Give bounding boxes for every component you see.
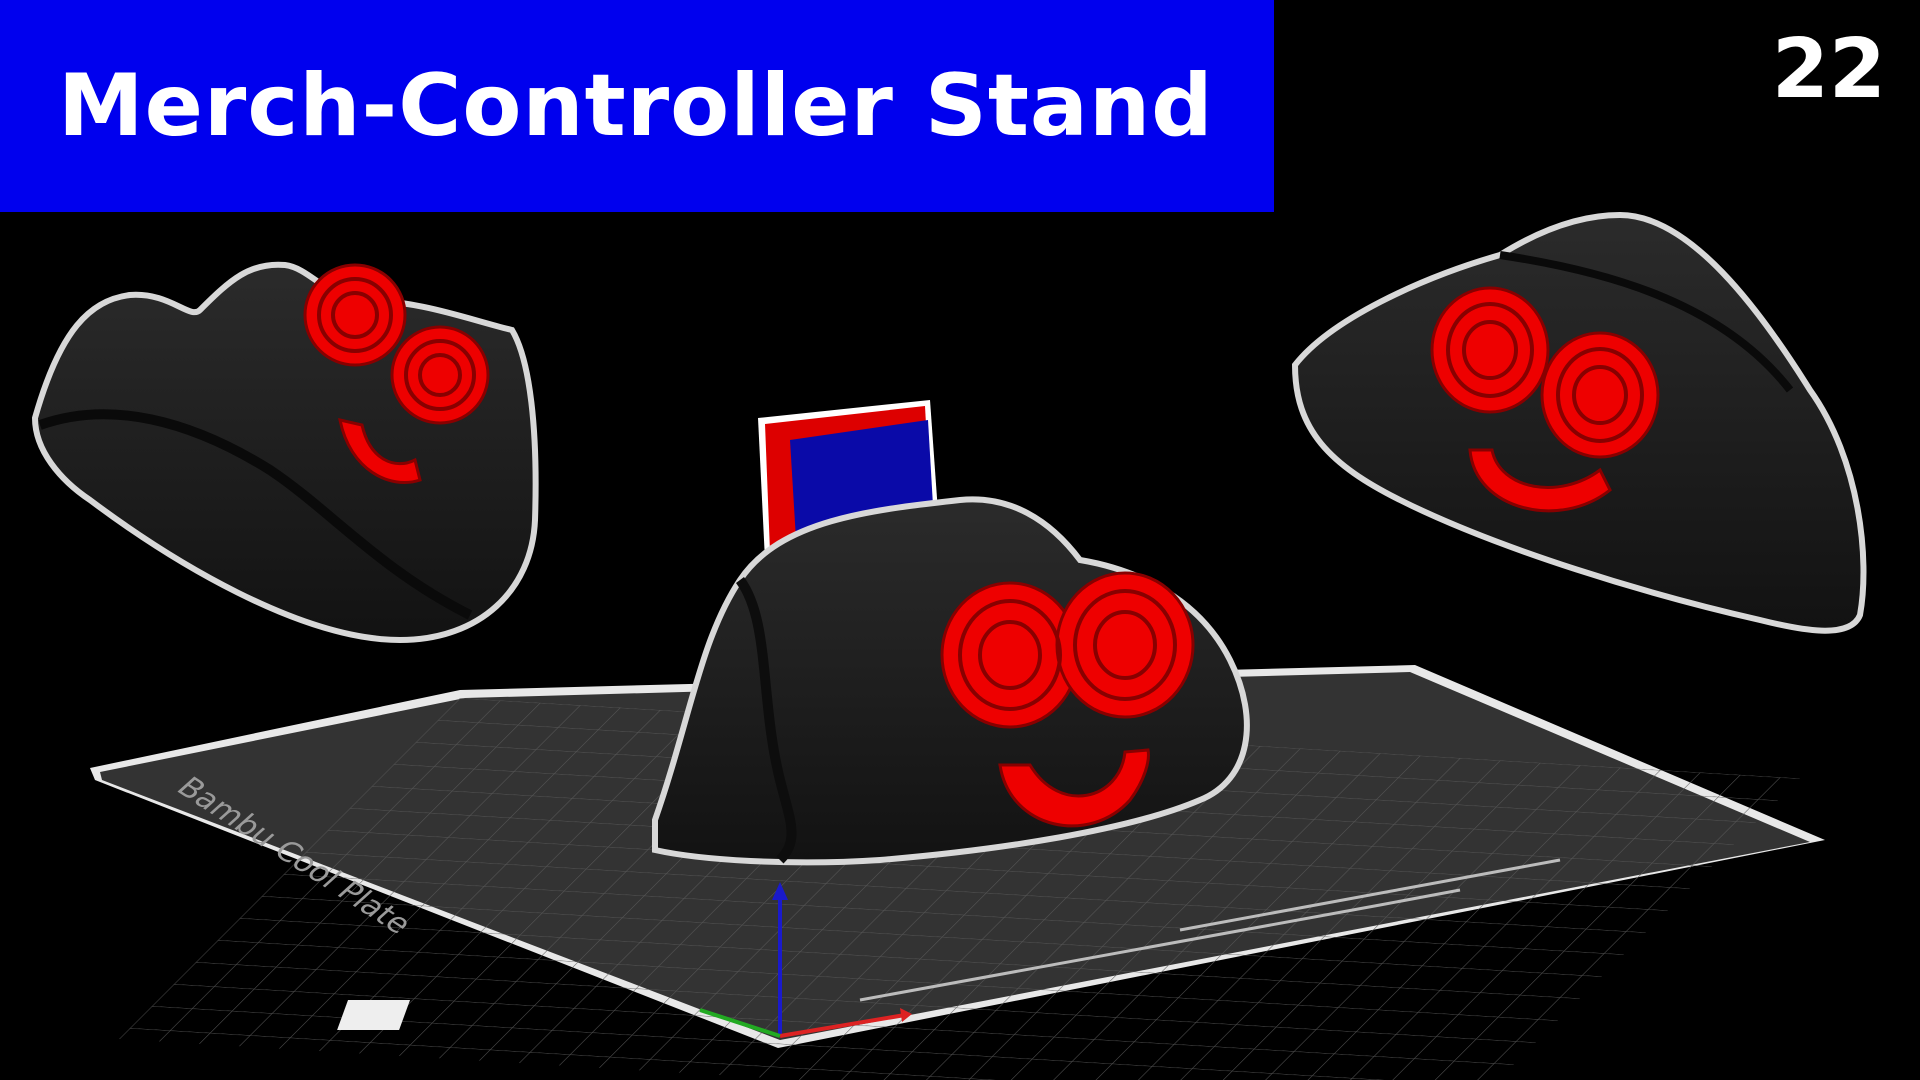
- render-scene: Bambu Cool Plate: [31, 211, 1867, 1080]
- stand-model-center: [652, 400, 1250, 866]
- stand-model-right: [1291, 211, 1867, 634]
- stand-model-left: [31, 261, 539, 644]
